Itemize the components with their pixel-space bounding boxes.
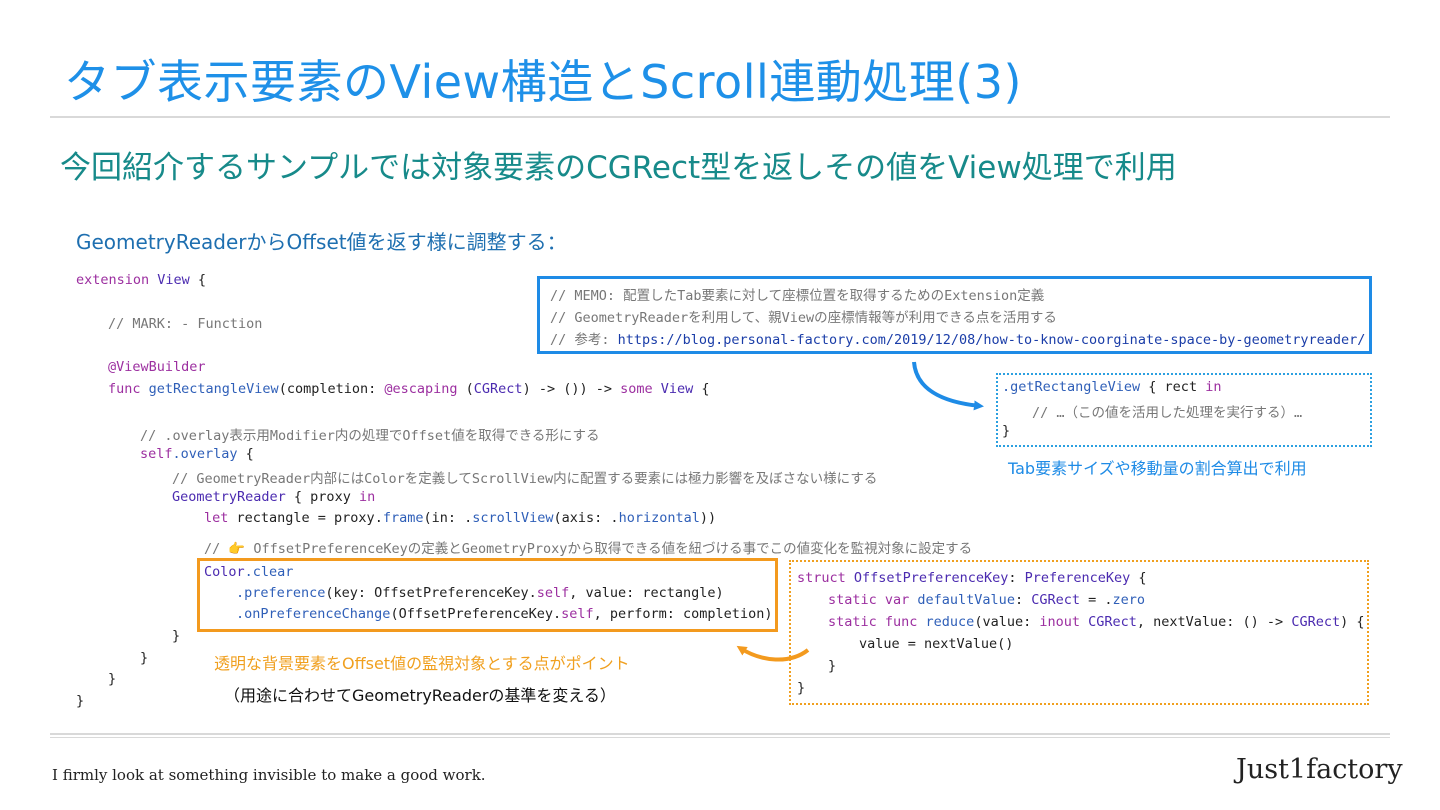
footer-divider [50, 733, 1390, 735]
footer-divider-thin [50, 737, 1390, 738]
point-note: 透明な背景要素をOffset値の監視対象とする点がポイント [214, 654, 630, 673]
arrow-blue-icon [912, 361, 984, 411]
point-subnote: （用途に合わせてGeometryReaderの基準を変える） [224, 686, 616, 705]
arrow-orange-icon [736, 645, 810, 662]
footer-tagline: I firmly look at something invisible to … [52, 766, 486, 784]
brand-logo: Just1factory [1236, 754, 1403, 785]
arrow-overlay [736, 361, 984, 662]
